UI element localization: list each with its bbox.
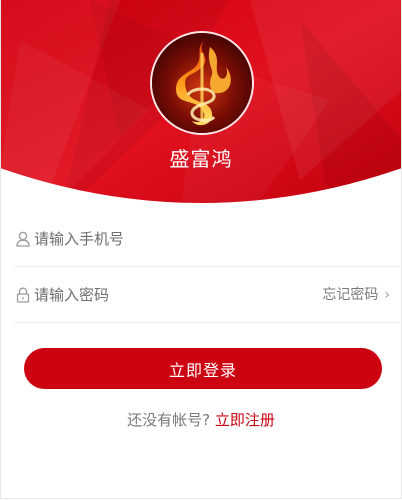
password-input[interactable] [34,282,294,308]
lock-icon [16,287,30,303]
flame-dollar-logo-icon [152,33,252,133]
login-button[interactable]: 立即登录 [24,348,382,389]
forgot-password-label: 忘记密码 [322,287,379,303]
phone-input[interactable] [34,226,294,252]
password-field-row: 忘记密码 › [14,268,400,323]
chevron-right-icon: › [384,287,390,303]
phone-field-row [14,212,400,267]
brand-name: 盛富鸿 [169,147,233,171]
header-banner: 盛富鸿 [0,0,402,215]
register-prompt: 还没有帐号? 立即注册 [0,409,402,430]
register-prompt-text: 还没有帐号? [127,411,211,429]
forgot-password-link[interactable]: 忘记密码 › [322,284,390,306]
register-link[interactable]: 立即注册 [215,411,275,429]
user-icon [16,231,30,247]
brand-logo [152,33,252,133]
